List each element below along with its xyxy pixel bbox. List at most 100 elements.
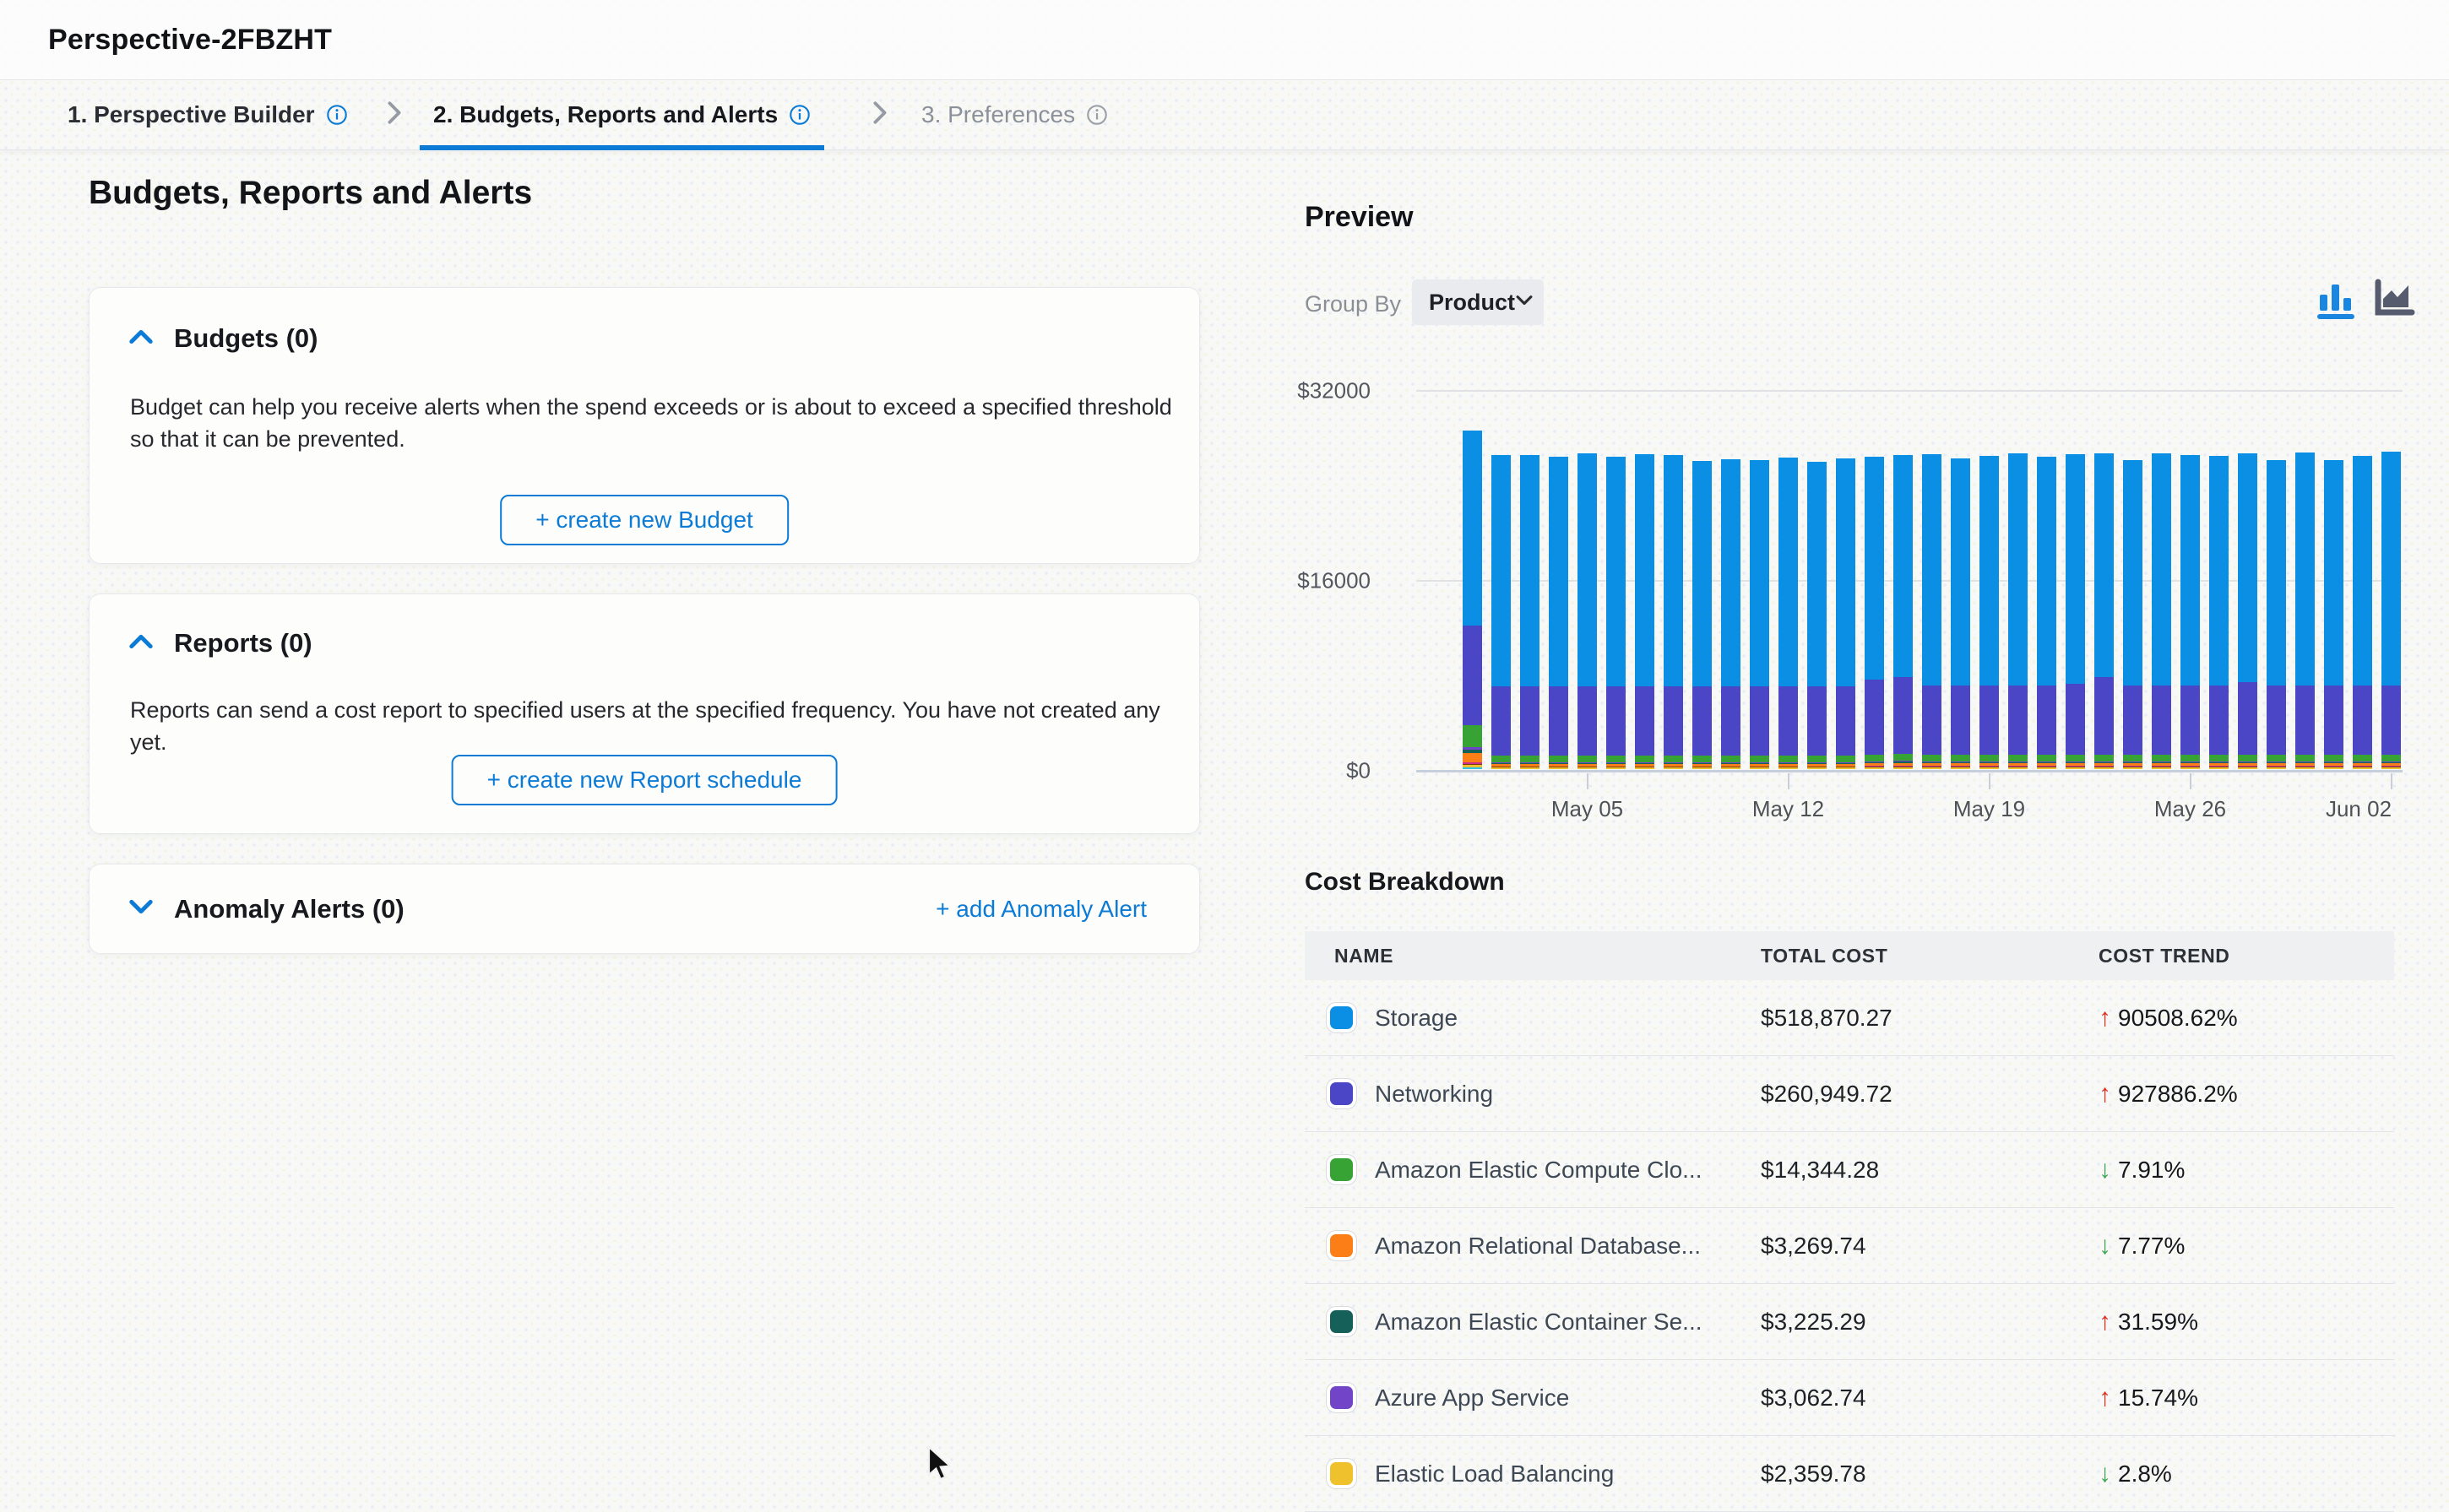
cost-name: Amazon Elastic Compute Clo... — [1375, 1157, 1702, 1184]
chart-bar[interactable] — [1922, 454, 1941, 769]
series-color-chip — [1330, 1234, 1353, 1257]
chevron-up-icon[interactable] — [128, 633, 154, 654]
bar-segment-storage — [2152, 453, 2171, 686]
info-icon[interactable] — [1086, 104, 1108, 126]
bar-segment-storage — [2008, 453, 2028, 686]
chart-bar[interactable] — [1807, 462, 1827, 769]
bar-segment-ec2 — [1692, 756, 1712, 762]
area-chart-icon[interactable] — [2373, 279, 2415, 327]
bar-segment-storage — [1979, 456, 1999, 686]
chart-bar[interactable] — [1577, 453, 1597, 769]
chart-bar[interactable] — [1664, 455, 1683, 769]
chart-bar[interactable] — [2324, 460, 2343, 769]
chart-bar[interactable] — [2295, 453, 2315, 769]
chart-bar[interactable] — [2381, 452, 2401, 769]
y-axis-label: $0 — [1346, 758, 1371, 784]
chart-bar[interactable] — [2267, 460, 2286, 769]
chart-bar[interactable] — [2037, 457, 2056, 769]
tab-preferences[interactable]: 3. Preferences — [908, 80, 1121, 149]
chart-bar[interactable] — [1865, 457, 1884, 769]
bar-segment-ec2 — [2295, 755, 2315, 761]
bar-segment-ec2 — [1491, 756, 1511, 762]
chart-bar[interactable] — [1750, 460, 1769, 769]
app-header: Perspective-2FBZHT — [0, 0, 2449, 80]
cost-name: Amazon Elastic Container Se... — [1375, 1309, 1702, 1336]
x-axis-label: May 19 — [1953, 796, 2025, 822]
bar-segment-networking — [1922, 686, 1941, 756]
cost-breakdown-title: Cost Breakdown — [1305, 868, 1505, 897]
chart-bar[interactable] — [1836, 458, 1855, 769]
chart-bar[interactable] — [1606, 457, 1626, 769]
table-header-row: NAMETOTAL COSTCOST TREND — [1305, 931, 2394, 980]
table-row: Azure App Service$3,062.74↑15.74% — [1305, 1360, 2394, 1436]
bar-segment-storage — [1577, 453, 1597, 686]
bar-segment-elb — [1606, 767, 1626, 769]
table-row: Amazon Relational Database...$3,269.74↓7… — [1305, 1208, 2394, 1284]
trend-down-icon: ↓ — [2099, 1232, 2111, 1260]
budgets-card: Budgets (0) Budget can help you receive … — [89, 287, 1200, 564]
cost-name: Azure App Service — [1375, 1385, 1569, 1412]
anomaly-card-title[interactable]: Anomaly Alerts (0) — [174, 894, 405, 924]
chart-bar[interactable] — [2238, 453, 2257, 769]
bar-segment-ec2 — [2267, 755, 2286, 761]
reports-card-title[interactable]: Reports (0) — [174, 628, 312, 658]
bar-segment-ec2 — [2324, 755, 2343, 761]
x-axis-tick — [2190, 773, 2191, 789]
bar-segment-ec2 — [1721, 756, 1740, 762]
cost-name-cell: Amazon Relational Database... — [1305, 1233, 1761, 1260]
chart-bar[interactable] — [1520, 455, 1539, 769]
bar-segment-elb — [2066, 767, 2085, 769]
chart-bar[interactable] — [2066, 454, 2085, 769]
chart-bar[interactable] — [1721, 459, 1740, 769]
bar-segment-storage — [2037, 457, 2056, 686]
bar-segment-storage — [1951, 458, 1970, 686]
trend-up-icon: ↑ — [2099, 1080, 2111, 1108]
chart-bar[interactable] — [2353, 456, 2372, 769]
bar-chart-icon[interactable] — [2316, 279, 2356, 327]
chart-bar[interactable] — [1635, 454, 1654, 769]
tab-perspective-builder[interactable]: 1. Perspective Builder — [54, 80, 361, 149]
info-icon[interactable] — [789, 104, 811, 126]
bar-segment-networking — [1664, 686, 1683, 756]
bar-segment-misc — [1463, 767, 1482, 769]
bar-segment-elb — [2381, 767, 2401, 769]
bar-segment-ec2 — [1549, 756, 1568, 762]
bar-segment-networking — [2353, 686, 2372, 756]
chart-bar[interactable] — [2152, 453, 2171, 769]
bar-segment-storage — [2295, 453, 2315, 686]
budgets-description: Budget can help you receive alerts when … — [130, 391, 1181, 455]
chart-bar[interactable] — [1692, 461, 1712, 769]
chart-bar[interactable] — [2008, 453, 2028, 769]
chevron-down-icon — [1515, 295, 1534, 311]
cost-total: $3,269.74 — [1761, 1233, 2099, 1260]
bar-segment-networking — [2209, 686, 2229, 756]
chart-bar[interactable] — [1491, 455, 1511, 769]
create-report-button[interactable]: + create new Report schedule — [452, 755, 838, 805]
chart-bar[interactable] — [2209, 456, 2229, 769]
create-budget-button[interactable]: + create new Budget — [500, 495, 789, 545]
chart-bar[interactable] — [2123, 460, 2142, 769]
info-icon[interactable] — [326, 104, 348, 126]
chevron-up-icon[interactable] — [128, 328, 154, 350]
add-anomaly-alert-link[interactable]: + add Anomaly Alert — [936, 896, 1147, 923]
budgets-card-title[interactable]: Budgets (0) — [174, 323, 318, 354]
chart-bar[interactable] — [1778, 458, 1798, 769]
chevron-down-icon[interactable] — [128, 898, 154, 919]
bar-segment-storage — [1520, 455, 1539, 686]
chart-bar[interactable] — [2094, 453, 2114, 769]
chart-bar[interactable] — [2180, 455, 2200, 769]
trend-value: 2.8% — [2118, 1461, 2172, 1488]
cost-name: Storage — [1375, 1005, 1458, 1032]
bar-segment-networking — [1491, 686, 1511, 756]
tab-budgets-reports-alerts[interactable]: 2. Budgets, Reports and Alerts — [420, 80, 824, 149]
group-by-dropdown[interactable]: Product — [1412, 279, 1544, 325]
chart-bar[interactable] — [1549, 457, 1568, 769]
chart-bar[interactable] — [1951, 458, 1970, 769]
tab-label: 1. Perspective Builder — [68, 101, 315, 128]
bar-segment-storage — [2094, 453, 2114, 677]
bar-segment-storage — [2209, 456, 2229, 685]
chart-bar[interactable] — [1979, 456, 1999, 769]
cost-total: $518,870.27 — [1761, 1005, 2099, 1032]
chart-bar[interactable] — [1893, 455, 1913, 769]
chart-bar[interactable] — [1463, 431, 1482, 769]
